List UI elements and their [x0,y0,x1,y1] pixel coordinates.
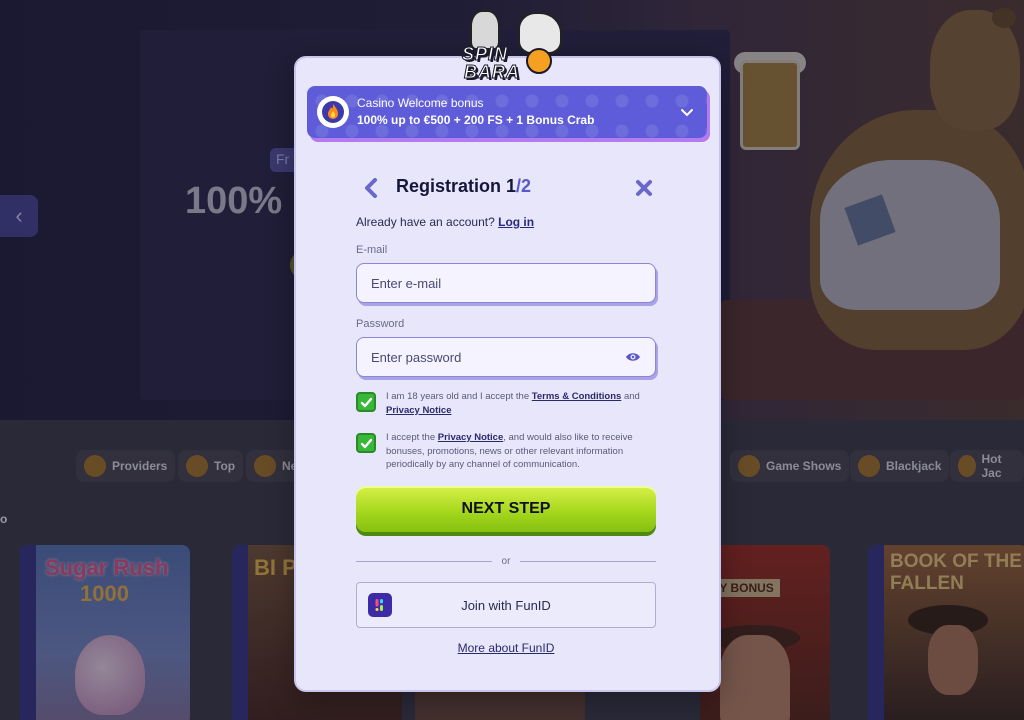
back-button[interactable] [362,178,380,198]
spinbara-logo: SPIN BARA [440,6,575,86]
checkmark-icon [360,438,372,448]
login-prompt-text: Already have an account? [356,215,495,229]
welcome-bonus-selector[interactable]: Casino Welcome bonus 100% up to €500 + 2… [307,86,707,138]
email-label: E-mail [356,244,388,256]
login-link[interactable]: Log in [498,215,534,229]
privacy-link[interactable]: Privacy Notice [386,405,451,416]
page-title: Registration 1/2 [396,176,531,197]
step-total: /2 [516,176,532,196]
registration-modal: Casino Welcome bonus 100% up to €500 + 2… [296,58,719,690]
title-text: Registration 1 [396,176,517,196]
funid-label: Join with FunID [461,597,551,613]
password-label: Password [356,318,405,330]
email-field-wrapper [356,263,656,303]
consent-text: and [623,391,640,402]
consent-text: I accept the [386,432,436,443]
chevron-down-icon [681,109,693,117]
checkmark-icon [360,397,372,407]
bonus-offer: 100% up to €500 + 200 FS + 1 Bonus Crab [357,113,595,127]
funid-button[interactable]: Join with FunID [356,582,656,628]
logo-text: BARA [464,62,520,83]
password-field-wrapper [356,337,656,377]
marketing-checkbox[interactable] [356,433,376,453]
more-about-funid-link[interactable]: More about FunID [296,641,716,655]
login-prompt: Already have an account? Log in [356,215,534,229]
bonus-title: Casino Welcome bonus [357,96,484,110]
funid-icon [368,593,392,617]
next-step-button[interactable]: NEXT STEP [356,486,656,532]
email-field[interactable] [371,275,641,291]
eye-icon[interactable] [625,351,641,363]
privacy-link[interactable]: Privacy Notice [438,432,503,443]
terms-consent: I am 18 years old and I accept the Terms… [356,390,656,417]
marketing-consent: I accept the Privacy Notice, and would a… [356,431,656,472]
password-field[interactable] [371,349,625,365]
fire-icon [317,96,349,128]
registration-header: Registration 1/2 [356,174,656,202]
close-icon[interactable] [634,178,654,198]
terms-checkbox[interactable] [356,392,376,412]
terms-text: I am 18 years old and I accept the Terms… [386,390,640,417]
marketing-text: I accept the Privacy Notice, and would a… [386,431,656,472]
consent-text: I am 18 years old and I accept the [386,391,530,402]
terms-link[interactable]: Terms & Conditions [532,391,622,402]
crab-icon [526,48,552,74]
divider-text: or [501,555,511,567]
divider: or [356,555,656,567]
